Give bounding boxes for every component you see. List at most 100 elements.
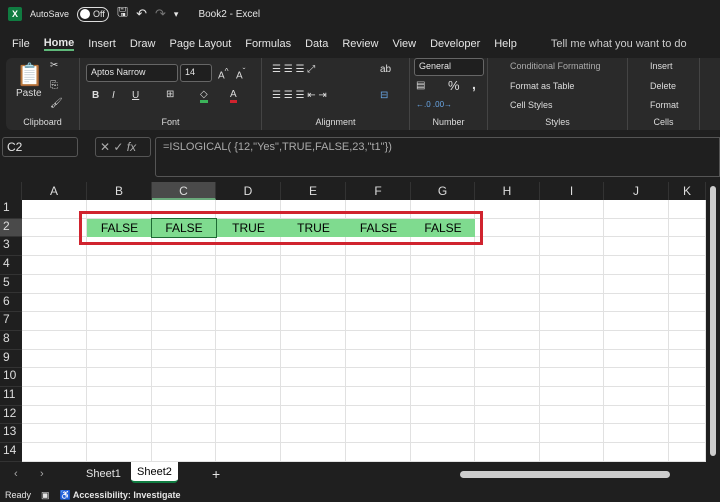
delete-button[interactable]: Delete <box>650 81 676 91</box>
column-header-K[interactable]: K <box>669 182 706 200</box>
format-as-table-button[interactable]: Format as Table <box>510 81 574 91</box>
column-header-C[interactable]: C <box>152 182 216 200</box>
decimal-icon[interactable]: ←.0 .00→ <box>416 100 452 109</box>
column-header-B[interactable]: B <box>87 182 152 200</box>
underline-button[interactable]: U <box>132 90 139 101</box>
gridline <box>22 404 706 406</box>
tell-me-search[interactable]: Tell me what you want to do <box>551 38 687 50</box>
column-header-G[interactable]: G <box>411 182 475 200</box>
font-color-icon[interactable]: A <box>230 89 237 103</box>
menu-developer[interactable]: Developer <box>430 38 480 50</box>
clipboard-group: 📋 Paste ✂ ⎘ 🖌 Clipboard <box>6 58 80 130</box>
fx-icon[interactable]: fx <box>127 140 136 154</box>
row-header-11[interactable]: 11 <box>0 387 22 406</box>
gridline <box>22 273 706 275</box>
row-header-5[interactable]: 5 <box>0 275 22 294</box>
row-header-7[interactable]: 7 <box>0 312 22 331</box>
accessibility-status[interactable]: ♿ Accessibility: Investigate <box>60 490 181 501</box>
row-header-6[interactable]: 6 <box>0 294 22 313</box>
conditional-formatting-button[interactable]: Conditional Formatting <box>510 61 601 71</box>
menu-data[interactable]: Data <box>305 38 328 50</box>
menu-page-layout[interactable]: Page Layout <box>169 38 231 50</box>
format-painter-icon[interactable]: 🖌 <box>50 98 63 109</box>
merge-center-icon[interactable]: ⊟ <box>380 90 388 101</box>
name-box[interactable]: C2 <box>2 137 78 157</box>
bold-button[interactable]: B <box>92 90 99 101</box>
gridline <box>22 442 706 444</box>
autosave-toggle[interactable]: Off <box>77 6 110 22</box>
insert-button[interactable]: Insert <box>650 61 673 71</box>
accounting-icon[interactable]: ▤ <box>416 80 425 91</box>
cut-icon[interactable]: ✂ <box>50 60 58 71</box>
row-header-1[interactable]: 1 <box>0 200 22 219</box>
menu-review[interactable]: Review <box>342 38 378 50</box>
formula-bar[interactable]: =ISLOGICAL( {12,"Yes",TRUE,FALSE,23,"t1"… <box>155 137 720 177</box>
vertical-scrollbar[interactable] <box>706 182 720 462</box>
percent-button[interactable]: % <box>448 78 460 93</box>
column-headers: ABCDEFGHIJK <box>0 182 706 200</box>
cell-styles-button[interactable]: Cell Styles <box>510 100 553 110</box>
menu-draw[interactable]: Draw <box>130 38 156 50</box>
align-left-icon[interactable]: ☰ ☰ ☰ ⇤ ⇥ <box>272 90 327 101</box>
number-format-select[interactable]: General <box>414 58 484 76</box>
row-header-3[interactable]: 3 <box>0 237 22 257</box>
column-header-D[interactable]: D <box>216 182 281 200</box>
undo-icon[interactable]: ↶ <box>136 6 147 22</box>
decrease-font-icon[interactable]: Aˇ <box>236 66 245 81</box>
row-header-14[interactable]: 14 <box>0 443 22 462</box>
row-header-10[interactable]: 10 <box>0 368 22 387</box>
customize-qat-icon[interactable]: ▾ <box>174 9 179 20</box>
fill-color-icon[interactable]: ◇ <box>200 89 208 103</box>
gridline <box>22 255 706 257</box>
status-bar: Ready ▣ ♿ Accessibility: Investigate <box>0 488 720 502</box>
copy-icon[interactable]: ⎘ <box>50 80 58 91</box>
menu-formulas[interactable]: Formulas <box>245 38 291 50</box>
add-sheet-button[interactable]: + <box>206 464 226 485</box>
title-bar: X AutoSave Off 🖫 ↶ ↷ ▾ Book2 - Excel <box>0 0 720 28</box>
select-all-corner[interactable] <box>0 182 22 200</box>
ribbon: 📋 Paste ✂ ⎘ 🖌 Clipboard Aptos Narrow 14 … <box>6 58 720 130</box>
row-header-4[interactable]: 4 <box>0 256 22 275</box>
sheet-tab-sheet1[interactable]: Sheet1 <box>80 464 127 485</box>
borders-icon[interactable]: ⊞ <box>166 89 174 100</box>
wrap-text-icon[interactable]: ab <box>380 64 391 75</box>
row-header-9[interactable]: 9 <box>0 350 22 369</box>
column-header-E[interactable]: E <box>281 182 346 200</box>
horizontal-scrollbar[interactable] <box>460 471 670 478</box>
redo-icon[interactable]: ↷ <box>155 6 166 22</box>
column-header-H[interactable]: H <box>475 182 540 200</box>
styles-group: Conditional Formatting Format as Table C… <box>488 58 628 130</box>
autosave-label: AutoSave <box>30 9 70 19</box>
prev-sheet-icon[interactable]: ‹ <box>8 464 24 485</box>
row-header-8[interactable]: 8 <box>0 331 22 350</box>
format-button[interactable]: Format <box>650 100 679 110</box>
gridline <box>22 423 706 425</box>
column-header-I[interactable]: I <box>540 182 604 200</box>
column-header-F[interactable]: F <box>346 182 411 200</box>
menu-view[interactable]: View <box>392 38 416 50</box>
row-header-2[interactable]: 2 <box>0 218 22 238</box>
row-header-13[interactable]: 13 <box>0 424 22 444</box>
menu-file[interactable]: File <box>12 38 30 50</box>
paste-icon[interactable]: 📋 <box>16 62 43 88</box>
macro-icon[interactable]: ▣ <box>41 490 50 501</box>
sheet-tab-sheet2[interactable]: Sheet2 <box>131 462 178 483</box>
save-icon[interactable]: 🖫 <box>117 3 128 25</box>
next-sheet-icon[interactable]: › <box>34 464 50 485</box>
comma-button[interactable]: , <box>472 76 476 92</box>
increase-font-icon[interactable]: A^ <box>218 66 229 81</box>
font-size-select[interactable]: 14 <box>180 64 212 82</box>
italic-button[interactable]: I <box>112 90 115 101</box>
paste-button[interactable]: Paste <box>16 88 42 99</box>
menu-insert[interactable]: Insert <box>88 38 116 50</box>
menu-home[interactable]: Home <box>43 37 75 51</box>
column-header-A[interactable]: A <box>22 182 87 200</box>
cell-C2[interactable]: FALSE <box>151 217 217 239</box>
window-title: Book2 - Excel <box>198 8 261 20</box>
row-header-12[interactable]: 12 <box>0 406 22 425</box>
column-header-J[interactable]: J <box>604 182 669 200</box>
menu-help[interactable]: Help <box>494 38 517 50</box>
font-name-select[interactable]: Aptos Narrow <box>86 64 178 82</box>
worksheet-grid[interactable]: FALSE FALSE TRUE TRUE FALSE FALSE <box>22 200 706 462</box>
align-top-icon[interactable]: ☰ ☰ ☰ ⤢ <box>272 64 315 75</box>
